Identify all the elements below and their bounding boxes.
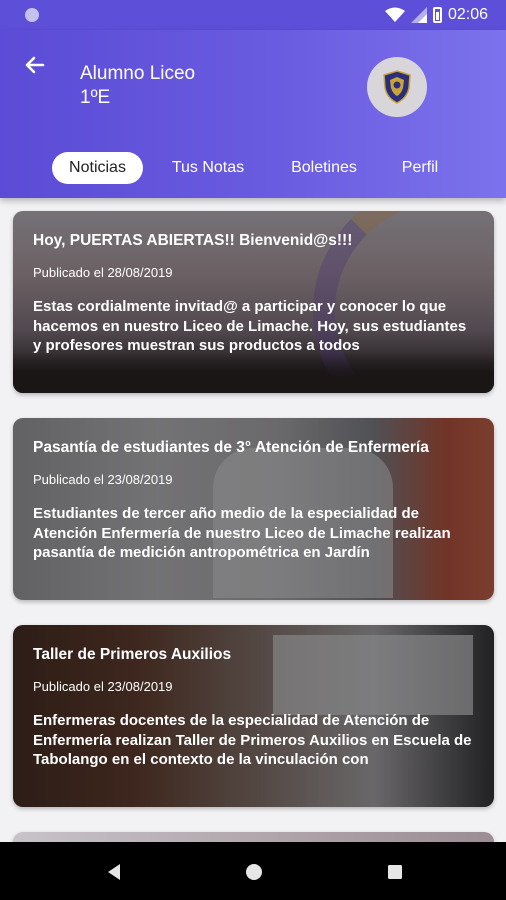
school-crest-icon — [383, 70, 411, 104]
tab-perfil[interactable]: Perfil — [392, 152, 448, 184]
news-summary: Estas cordialmente invitad@ a participar… — [33, 298, 467, 354]
news-card[interactable]: Pasantía de estudiantes de 3° Atención d… — [13, 418, 494, 600]
status-time: 02:06 — [447, 6, 488, 23]
news-title: Pasantía de estudiantes de 3° Atención d… — [33, 439, 429, 456]
news-date: Publicado el 28/08/2019 — [33, 265, 173, 280]
arrow-left-icon[interactable] — [20, 50, 50, 80]
battery-icon — [432, 7, 442, 23]
student-name: Alumno Liceo — [80, 63, 196, 84]
tab-boletines[interactable]: Boletines — [278, 152, 370, 184]
signal-icon — [410, 7, 427, 23]
news-date: Publicado el 23/08/2019 — [33, 472, 173, 487]
status-bar: 02:06 — [0, 0, 506, 30]
tab-tus-notas[interactable]: Tus Notas — [160, 152, 256, 184]
tab-noticias[interactable]: Noticias — [52, 152, 143, 184]
news-card-partial[interactable] — [13, 832, 494, 842]
student-grade: 1ºE — [80, 87, 111, 108]
card-content: Pasantía de estudiantes de 3° Atención d… — [33, 438, 476, 563]
news-card[interactable]: Taller de Primeros Auxilios Publicado el… — [13, 625, 494, 807]
notification-dot-icon — [25, 8, 39, 22]
card-content: Taller de Primeros Auxilios Publicado el… — [33, 645, 476, 770]
square-recent-icon[interactable] — [384, 861, 406, 883]
tab-bar: Noticias Tus Notas Boletines Perfil — [0, 152, 506, 186]
card-content: Hoy, PUERTAS ABIERTAS!! Bienvenid@s!!! P… — [33, 231, 476, 356]
system-nav-bar — [0, 842, 506, 900]
news-card[interactable]: Hoy, PUERTAS ABIERTAS!! Bienvenid@s!!! P… — [13, 211, 494, 393]
news-summary: Enfermeras docentes de la especialidad d… — [33, 712, 472, 768]
news-title: Taller de Primeros Auxilios — [33, 646, 232, 663]
circle-home-icon[interactable] — [243, 861, 265, 883]
news-feed[interactable]: Hoy, PUERTAS ABIERTAS!! Bienvenid@s!!! P… — [0, 198, 506, 842]
news-title: Hoy, PUERTAS ABIERTAS!! Bienvenid@s!!! — [33, 232, 353, 249]
app-header: Alumno Liceo 1ºE Noticias Tus Notas Bole… — [0, 30, 506, 198]
status-icons: 02:06 — [384, 6, 488, 24]
wifi-icon — [384, 7, 405, 22]
avatar[interactable] — [367, 57, 427, 117]
news-date: Publicado el 23/08/2019 — [33, 679, 173, 694]
triangle-back-icon[interactable] — [103, 861, 125, 883]
news-summary: Estudiantes de tercer año medio de la es… — [33, 505, 451, 561]
